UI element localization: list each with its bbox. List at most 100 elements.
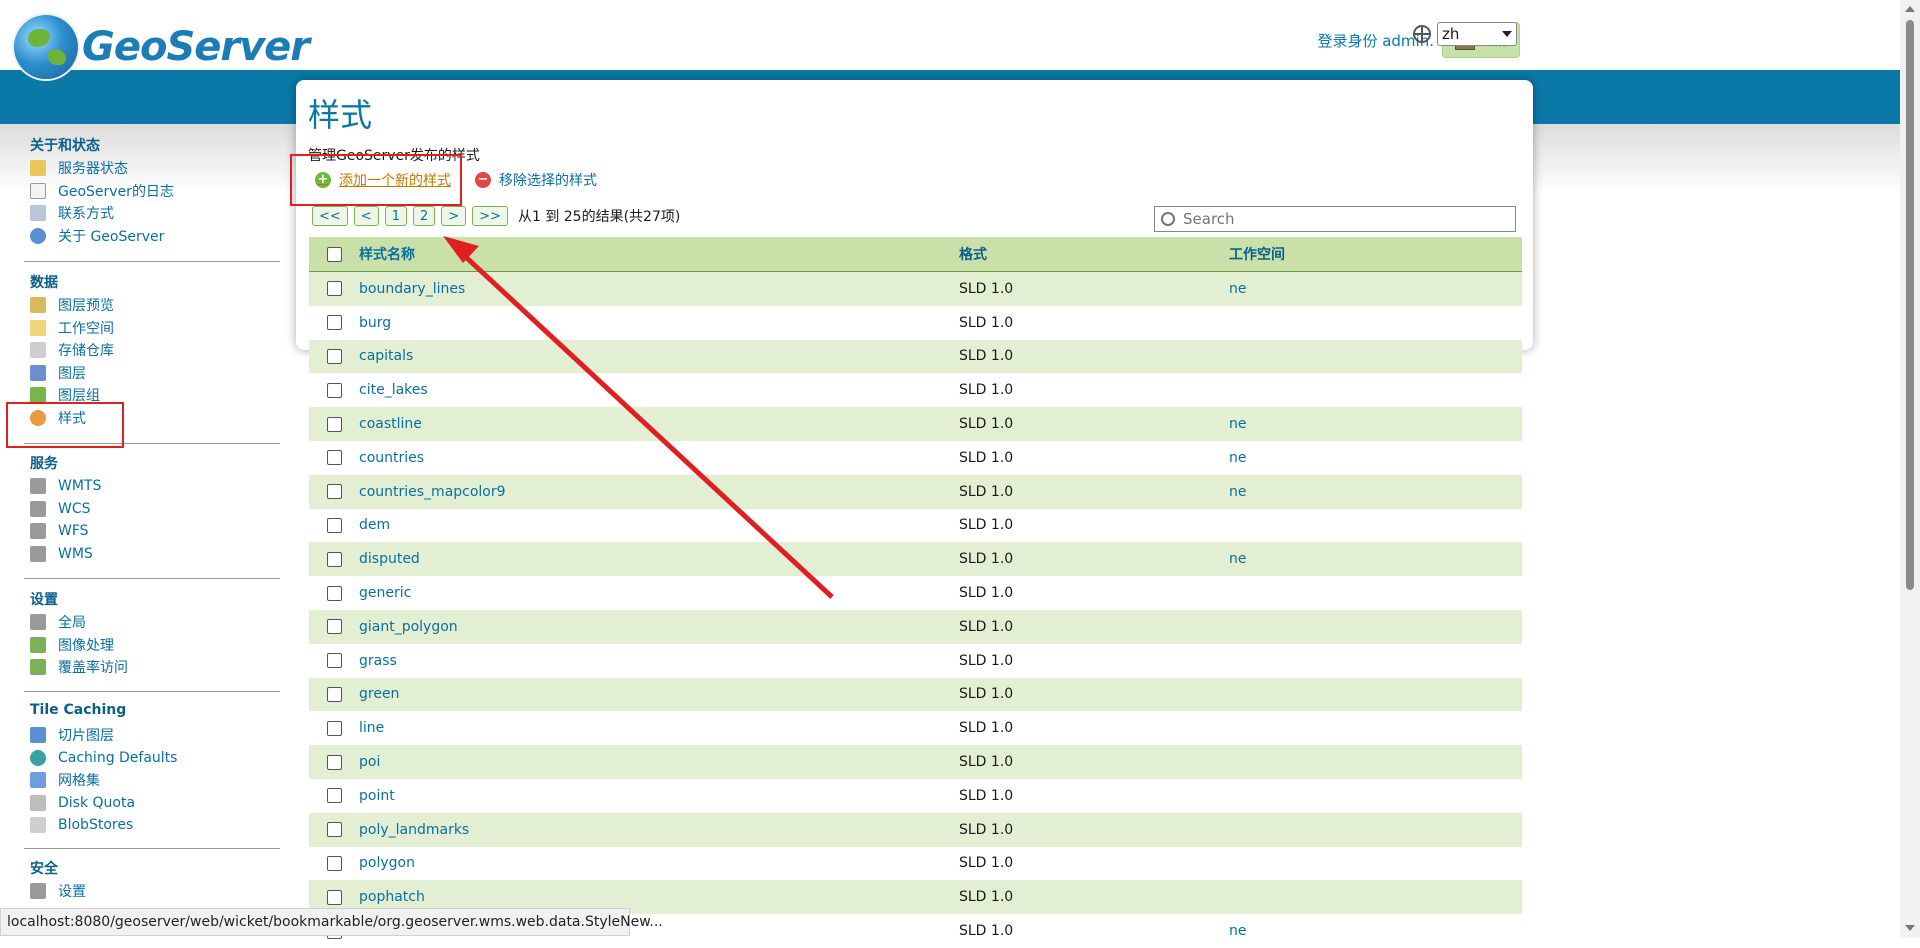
table-row[interactable]: cite_lakes SLD 1.0 (309, 373, 1522, 408)
table-row[interactable]: disputed SLD 1.0 ne (309, 542, 1522, 577)
style-workspace-link[interactable]: ne (1229, 281, 1519, 297)
style-name-link[interactable]: cite_lakes (359, 382, 959, 398)
sidebar-item-stores[interactable]: 存储仓库 (30, 339, 280, 362)
table-row[interactable]: green SLD 1.0 (309, 677, 1522, 712)
row-checkbox[interactable] (326, 619, 342, 635)
row-checkbox[interactable] (326, 416, 342, 432)
table-row[interactable]: giant_polygon SLD 1.0 (309, 609, 1522, 644)
next-page-button[interactable]: > (441, 206, 467, 226)
table-row[interactable]: point SLD 1.0 (309, 778, 1522, 813)
header-format[interactable]: 格式 (959, 244, 1229, 264)
row-checkbox[interactable] (326, 585, 342, 601)
row-checkbox[interactable] (326, 551, 342, 567)
sidebar-item-wfs[interactable]: WFS (30, 520, 280, 543)
table-row[interactable]: line SLD 1.0 (309, 711, 1522, 746)
style-name-link[interactable]: coastline (359, 416, 959, 432)
row-checkbox[interactable] (326, 517, 342, 533)
style-name-link[interactable]: capitals (359, 348, 959, 364)
style-name-link[interactable]: poi (359, 754, 959, 770)
first-page-button[interactable]: << (312, 206, 348, 226)
row-checkbox[interactable] (326, 686, 342, 702)
sidebar-item-security-settings[interactable]: 设置 (30, 880, 280, 903)
table-row[interactable]: polygon SLD 1.0 (309, 846, 1522, 881)
header-name[interactable]: 样式名称 (359, 244, 959, 264)
table-row[interactable]: generic SLD 1.0 (309, 576, 1522, 610)
select-all-checkbox[interactable] (326, 246, 342, 262)
sidebar-item-wmts[interactable]: WMTS (30, 475, 280, 498)
style-name-link[interactable]: line (359, 720, 959, 736)
sidebar-item-global[interactable]: 全局 (30, 611, 280, 634)
row-checkbox[interactable] (326, 889, 342, 905)
style-name-link[interactable]: giant_polygon (359, 619, 959, 635)
table-row[interactable]: dem SLD 1.0 (309, 508, 1522, 543)
geoserver-logo[interactable]: GeoServer (14, 14, 310, 80)
sidebar-item-wcs[interactable]: WCS (30, 498, 280, 521)
row-checkbox[interactable] (326, 653, 342, 669)
row-checkbox[interactable] (326, 450, 342, 466)
row-checkbox[interactable] (326, 348, 342, 364)
style-name-link[interactable]: boundary_lines (359, 281, 959, 297)
sidebar-item-layer-preview[interactable]: 图层预览 (30, 294, 280, 317)
scrollbar-thumb[interactable] (1906, 20, 1914, 590)
style-name-link[interactable]: point (359, 788, 959, 804)
row-checkbox[interactable] (326, 754, 342, 770)
sidebar-item-caching-defaults[interactable]: Caching Defaults (30, 747, 280, 770)
table-row[interactable]: poi SLD 1.0 (309, 745, 1522, 779)
row-checkbox[interactable] (326, 281, 342, 297)
row-checkbox[interactable] (326, 315, 342, 331)
sidebar-item-wms[interactable]: WMS (30, 543, 280, 566)
table-row[interactable]: countries_mapcolor9 SLD 1.0 ne (309, 474, 1522, 509)
table-row[interactable]: poly_landmarks SLD 1.0 (309, 812, 1522, 847)
header-workspace[interactable]: 工作空间 (1229, 244, 1519, 264)
page-2-button[interactable]: 2 (412, 206, 436, 226)
search-box[interactable] (1154, 206, 1516, 232)
sidebar-item-workspaces[interactable]: 工作空间 (30, 317, 280, 340)
row-checkbox[interactable] (326, 822, 342, 838)
table-row[interactable]: countries SLD 1.0 ne (309, 440, 1522, 475)
table-row[interactable]: capitals SLD 1.0 (309, 339, 1522, 374)
style-name-link[interactable]: countries (359, 450, 959, 466)
style-name-link[interactable]: generic (359, 585, 959, 601)
style-workspace-link[interactable]: ne (1229, 484, 1519, 500)
style-name-link[interactable]: pophatch (359, 889, 959, 905)
style-name-link[interactable]: poly_landmarks (359, 822, 959, 838)
table-row[interactable]: boundary_lines SLD 1.0 ne (309, 272, 1522, 306)
row-checkbox[interactable] (326, 382, 342, 398)
sidebar-item-blobstores[interactable]: BlobStores (30, 814, 280, 837)
style-workspace-link[interactable]: ne (1229, 416, 1519, 432)
row-checkbox[interactable] (326, 720, 342, 736)
scroll-down-icon[interactable] (1905, 925, 1915, 931)
row-checkbox[interactable] (326, 788, 342, 804)
sidebar-item-about[interactable]: 关于 GeoServer (30, 225, 280, 248)
sidebar-item-layers[interactable]: 图层 (30, 362, 280, 385)
style-name-link[interactable]: polygon (359, 855, 959, 871)
row-checkbox[interactable] (326, 484, 342, 500)
style-name-link[interactable]: burg (359, 315, 959, 331)
page-1-button[interactable]: 1 (384, 206, 407, 226)
table-row[interactable]: burg SLD 1.0 (309, 305, 1522, 340)
table-row[interactable]: grass SLD 1.0 (309, 643, 1522, 678)
style-name-link[interactable]: dem (359, 517, 959, 533)
row-checkbox[interactable] (326, 855, 342, 871)
remove-style-link[interactable]: − 移除选择的样式 (475, 170, 597, 190)
style-name-link[interactable]: green (359, 686, 959, 702)
sidebar-item-logs[interactable]: GeoServer的日志 (30, 180, 280, 203)
sidebar-item-image-processing[interactable]: 图像处理 (30, 634, 280, 657)
prev-page-button[interactable]: < (353, 206, 379, 226)
sidebar-item-tile-layers[interactable]: 切片图层 (30, 724, 280, 747)
style-name-link[interactable]: grass (359, 653, 959, 669)
search-input[interactable] (1181, 209, 1485, 229)
sidebar-item-gridsets[interactable]: 网格集 (30, 769, 280, 792)
last-page-button[interactable]: >> (472, 206, 508, 226)
language-select[interactable]: zh (1437, 22, 1517, 46)
sidebar-item-server-status[interactable]: 服务器状态 (30, 157, 280, 180)
style-name-link[interactable]: countries_mapcolor9 (359, 484, 959, 500)
scroll-up-icon[interactable] (1905, 6, 1915, 12)
table-row[interactable]: coastline SLD 1.0 ne (309, 407, 1522, 441)
sidebar-item-disk-quota[interactable]: Disk Quota (30, 792, 280, 815)
sidebar-item-contact[interactable]: 联系方式 (30, 202, 280, 225)
style-name-link[interactable]: disputed (359, 551, 959, 567)
style-workspace-link[interactable]: ne (1229, 450, 1519, 466)
sidebar-item-coverage-access[interactable]: 覆盖率访问 (30, 656, 280, 679)
style-workspace-link[interactable]: ne (1229, 551, 1519, 567)
